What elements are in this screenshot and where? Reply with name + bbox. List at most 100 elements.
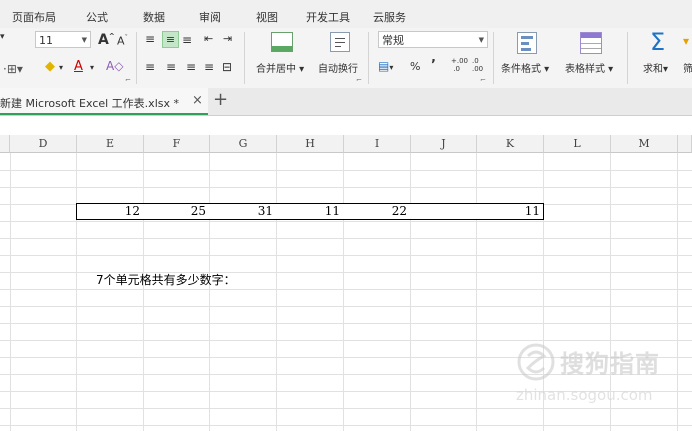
increase-indent-icon[interactable]: ⇥ <box>223 32 232 45</box>
grow-font-button[interactable]: A^ <box>98 32 115 48</box>
font-color-button[interactable]: A <box>74 59 83 74</box>
menu-data[interactable]: 数据 <box>143 9 165 25</box>
menu-developer[interactable]: 开发工具 <box>306 9 350 25</box>
cell-f[interactable]: 25 <box>143 203 210 220</box>
dropdown-arrow-icon[interactable]: ▾ <box>0 32 5 42</box>
column-header-f[interactable]: F <box>144 135 210 153</box>
table-header-shape <box>581 33 601 38</box>
fill-color-icon[interactable]: ◆ <box>45 59 55 74</box>
menu-formulas[interactable]: 公式 <box>86 9 108 25</box>
column-header-i[interactable]: I <box>344 135 411 153</box>
cond-bar-shape <box>521 42 529 45</box>
column-header-l[interactable]: L <box>544 135 611 153</box>
merge-center-button[interactable]: 合并居中 ▾ <box>256 60 304 75</box>
autosum-label: 求和 <box>643 64 663 75</box>
cell-g[interactable]: 31 <box>209 203 277 220</box>
gridline <box>410 153 411 431</box>
gridline <box>276 153 277 431</box>
font-color-glyph: A <box>74 59 83 74</box>
table-style-label: 表格样式 <box>565 64 605 75</box>
number-format-value: 常规 <box>382 34 404 47</box>
menu-bar: 页面布局 公式 数据 审阅 视图 开发工具 云服务 <box>0 0 692 28</box>
border-icon[interactable]: ·⊞▾ <box>3 62 23 76</box>
grow-font-glyph: A <box>98 32 109 48</box>
comma-button[interactable]: ’ <box>431 58 436 73</box>
merge-bar-shape <box>272 46 292 51</box>
currency-icon[interactable]: ▤▾ <box>378 59 393 73</box>
decrease-indent-icon[interactable]: ⇤ <box>204 32 213 45</box>
column-header-h[interactable]: H <box>277 135 344 153</box>
filter-button[interactable]: 筛 <box>683 60 692 75</box>
distributed-icon[interactable]: ⊟ <box>222 60 232 74</box>
cell-e[interactable]: 12 <box>76 203 144 220</box>
cond-bar-shape <box>521 36 533 39</box>
close-tab-icon[interactable]: × <box>192 93 203 108</box>
percent-button[interactable]: % <box>410 60 420 73</box>
justify-icon[interactable]: ≡ <box>204 60 214 74</box>
shrink-font-button[interactable]: Aˇ <box>117 34 128 48</box>
gridline <box>476 153 477 431</box>
menu-view[interactable]: 视图 <box>256 9 278 25</box>
merge-center-label: 合并居中 <box>256 64 296 75</box>
conditional-format-label: 条件格式 <box>501 64 541 75</box>
cell-i[interactable]: 22 <box>343 203 411 220</box>
menu-page-layout[interactable]: 页面布局 <box>12 9 56 25</box>
align-middle-icon[interactable]: ≡ <box>162 31 179 48</box>
align-top-icon[interactable]: ≡ <box>145 32 155 46</box>
menu-cloud[interactable]: 云服务 <box>373 9 406 25</box>
align-bottom-icon[interactable]: ≡ <box>182 33 192 47</box>
conditional-format-button[interactable]: 条件格式 ▾ <box>501 60 549 75</box>
wrap-line-shape <box>335 42 345 43</box>
clear-format-icon[interactable]: A◇ <box>106 59 123 73</box>
filter-icon[interactable]: ▾ <box>683 34 689 48</box>
gridline <box>0 306 692 307</box>
font-size-value: 11 <box>39 34 53 47</box>
align-center-icon[interactable]: ≡ <box>166 60 176 74</box>
new-tab-icon[interactable]: + <box>213 89 228 110</box>
formula-bar-area <box>0 116 692 135</box>
watermark-title: 搜狗指南 <box>560 350 660 378</box>
dialog-launcher-icon[interactable]: ⌐ <box>356 76 362 84</box>
decimal-increase-button[interactable]: +.00 .0 <box>451 57 468 73</box>
gridline <box>0 289 692 290</box>
number-format-combo[interactable]: 常规 ▼ <box>378 31 488 48</box>
column-header-d[interactable]: D <box>10 135 77 153</box>
question-text[interactable]: 7个单元格共有多少数字： <box>96 271 236 288</box>
separator <box>136 32 137 84</box>
column-header-e[interactable]: E <box>77 135 144 153</box>
cell-h[interactable]: 11 <box>276 203 344 220</box>
table-style-button[interactable]: 表格样式 ▾ <box>565 60 613 75</box>
column-header-g[interactable]: G <box>210 135 277 153</box>
wrap-text-button[interactable]: 自动换行 <box>318 60 358 75</box>
table-style-icon[interactable] <box>580 32 602 54</box>
caret-up-icon: ^ <box>108 32 115 41</box>
table-row-shape <box>581 43 601 44</box>
gridline <box>0 323 692 324</box>
wrap-text-icon[interactable] <box>330 32 350 52</box>
fill-color-arrow-icon[interactable]: ▾ <box>59 63 63 72</box>
menu-review[interactable]: 审阅 <box>199 9 221 25</box>
conditional-format-icon[interactable] <box>517 32 537 54</box>
cell-k[interactable]: 11 <box>476 203 544 220</box>
column-header-m[interactable]: M <box>611 135 678 153</box>
dialog-launcher-icon[interactable]: ⌐ <box>125 76 131 84</box>
font-size-combo[interactable]: 11 ▼ <box>35 31 91 48</box>
decimal-decrease-button[interactable]: .0.00 <box>472 57 483 73</box>
merge-center-icon[interactable] <box>271 32 293 52</box>
document-tab[interactable]: 新建 Microsoft Excel 工作表.xlsx * × <box>0 88 208 115</box>
column-header-partial[interactable] <box>0 135 10 153</box>
wrap-line-shape <box>335 46 341 47</box>
column-header-partial[interactable] <box>678 135 692 153</box>
autosum-button[interactable]: 求和▾ <box>643 60 668 75</box>
column-header-j[interactable]: J <box>411 135 477 153</box>
watermark-url: zhinan.sogou.com <box>516 386 653 404</box>
gridline <box>0 425 692 426</box>
align-left-icon[interactable]: ≡ <box>145 60 155 74</box>
font-color-arrow-icon[interactable]: ▾ <box>90 63 94 72</box>
column-header-k[interactable]: K <box>477 135 544 153</box>
dialog-launcher-icon[interactable]: ⌐ <box>480 76 486 84</box>
separator <box>244 32 245 84</box>
cell-j[interactable] <box>410 203 477 220</box>
align-right-icon[interactable]: ≡ <box>186 60 196 74</box>
sigma-icon[interactable]: Σ <box>650 28 665 56</box>
